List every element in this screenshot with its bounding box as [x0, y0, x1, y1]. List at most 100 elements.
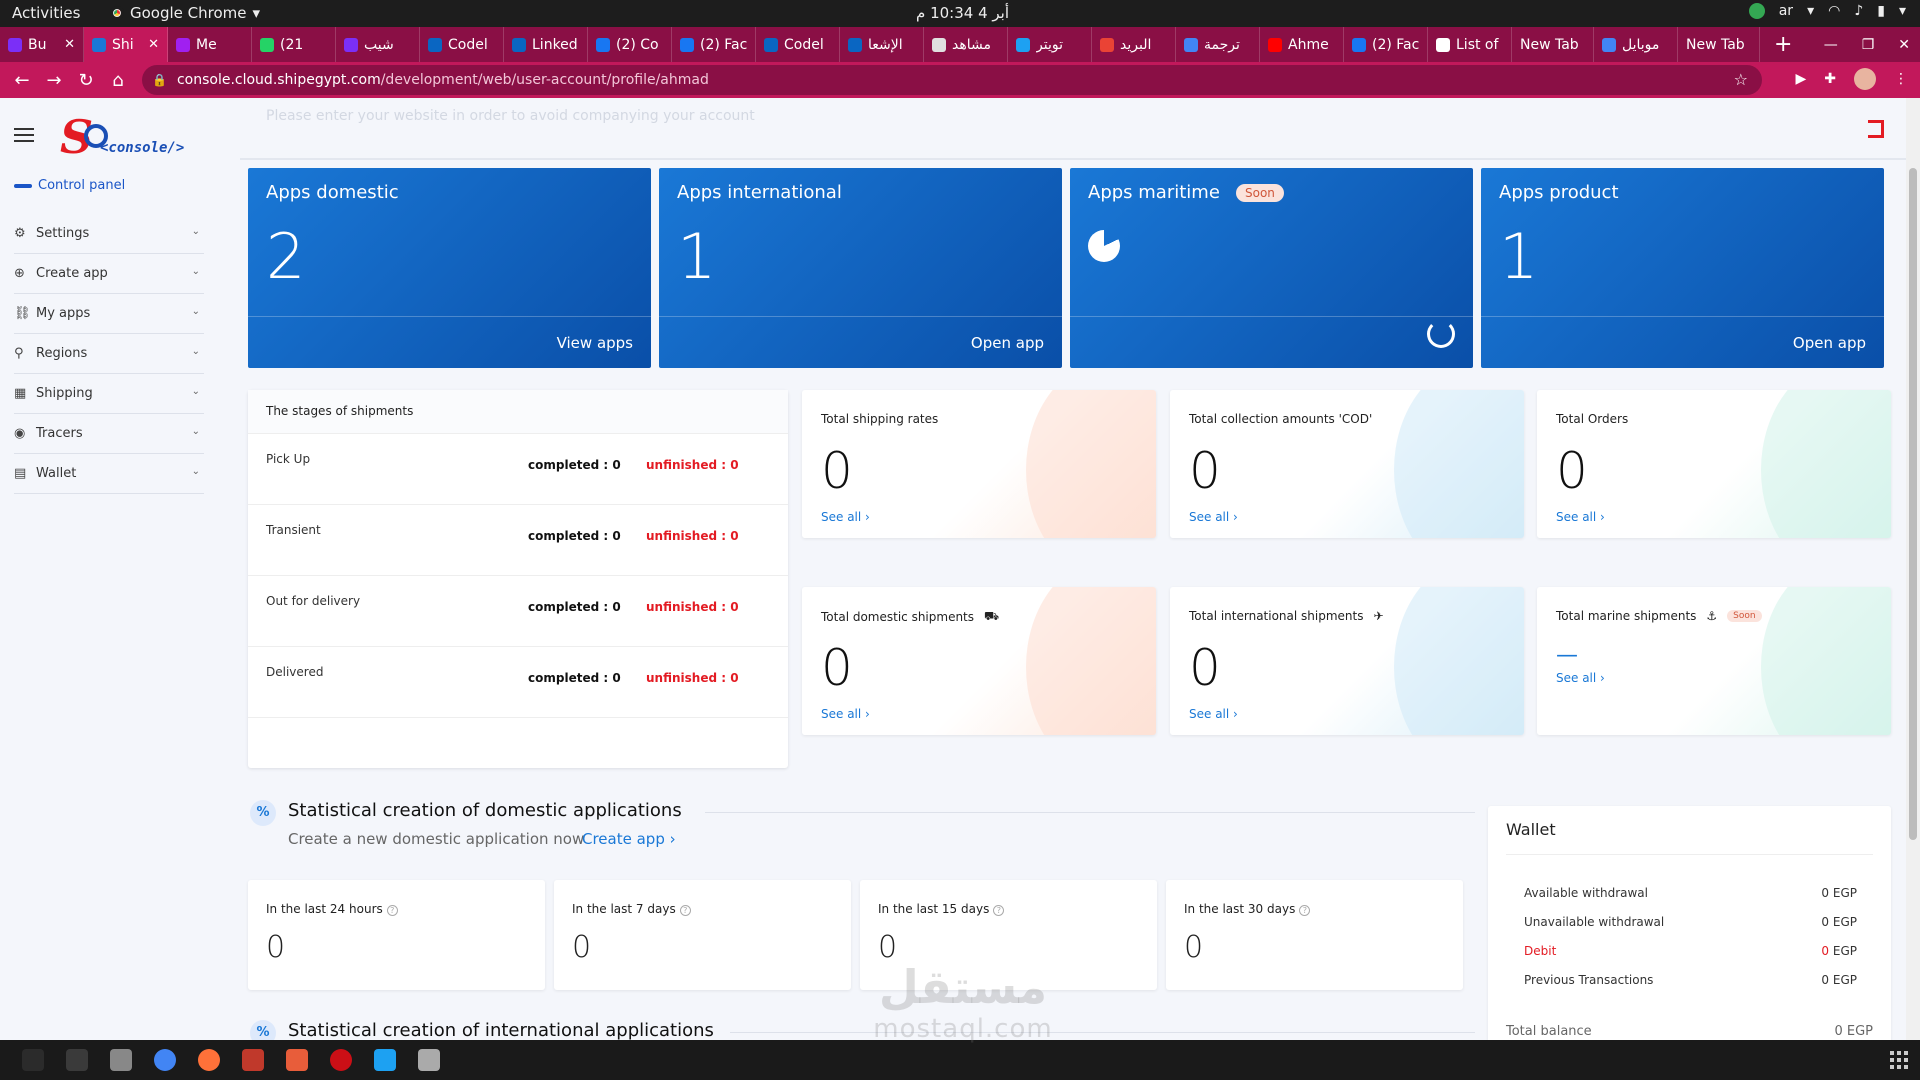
- browser-tab[interactable]: Codel: [756, 27, 840, 62]
- dock-app-icon[interactable]: [374, 1049, 396, 1071]
- browser-tab[interactable]: List of: [1428, 27, 1512, 62]
- apps-maritime-card: Apps maritime Soon: [1070, 168, 1473, 368]
- system-tray[interactable]: ar ▾ ◠ ♪ ▮ ▾: [1748, 3, 1906, 19]
- console-logo[interactable]: S <console/>: [60, 110, 200, 166]
- browser-tab[interactable]: Bu ✕: [0, 27, 84, 62]
- open-app-link[interactable]: Open app: [971, 334, 1044, 352]
- see-all-link[interactable]: See all ›: [1556, 671, 1605, 685]
- window-controls: — ❐ ✕: [1824, 27, 1910, 62]
- forward-button[interactable]: →: [38, 70, 70, 91]
- tab-favicon-icon: [1436, 37, 1450, 52]
- sidebar-item-create-app[interactable]: ⊕ Create app ⌄: [14, 254, 204, 294]
- help-icon[interactable]: ?: [993, 905, 1005, 916]
- new-tab-button[interactable]: +: [1760, 32, 1806, 57]
- clock[interactable]: أبر 4 10:34 م: [916, 4, 1009, 22]
- maximize-button[interactable]: ❐: [1862, 37, 1875, 53]
- dock-app-icon[interactable]: [242, 1049, 264, 1071]
- home-button[interactable]: ⌂: [102, 70, 134, 91]
- extension-icon[interactable]: ▶: [1795, 71, 1806, 87]
- language-indicator[interactable]: ar: [1779, 3, 1793, 19]
- address-bar[interactable]: 🔒 console.cloud.shipegypt.com/developmen…: [142, 65, 1762, 95]
- page-scrollbar[interactable]: [1906, 98, 1920, 1040]
- hamburger-menu-icon[interactable]: [14, 128, 34, 146]
- bookmark-star-icon[interactable]: ☆: [1734, 70, 1748, 89]
- dock-app-icon[interactable]: [418, 1049, 440, 1071]
- browser-tab[interactable]: (2) Co: [588, 27, 672, 62]
- tab-close-icon[interactable]: ✕: [64, 37, 75, 52]
- sidebar-item-shipping[interactable]: ▦ Shipping ⌄: [14, 374, 204, 414]
- chevron-down-icon[interactable]: ⌄: [192, 226, 200, 237]
- tab-close-icon[interactable]: ✕: [148, 37, 159, 52]
- period-card-24h: In the last 24 hours? 0: [248, 880, 545, 990]
- help-icon[interactable]: ?: [386, 905, 398, 916]
- browser-tab[interactable]: شيب: [336, 27, 420, 62]
- app-grid-icon[interactable]: [1890, 1051, 1908, 1069]
- app-menu[interactable]: Google Chrome ▾: [110, 4, 260, 22]
- browser-tab[interactable]: Shi ✕: [84, 27, 168, 62]
- chevron-down-icon[interactable]: ⌄: [192, 466, 200, 477]
- control-panel-link[interactable]: Control panel: [14, 178, 125, 193]
- browser-tab[interactable]: تويتر: [1008, 27, 1092, 62]
- browser-tab[interactable]: New Tab: [1678, 27, 1760, 62]
- sidebar-item-my-apps[interactable]: ⛓ My apps ⌄: [14, 294, 204, 334]
- back-button[interactable]: ←: [6, 70, 38, 91]
- stages-title: The stages of shipments: [248, 390, 788, 434]
- lock-icon[interactable]: 🔒: [152, 73, 167, 87]
- tabs: Bu ✕ Shi ✕ Me (21 شيب Codel Linked (2) Co (2) Fac C…: [0, 27, 1760, 62]
- browser-tab[interactable]: Me: [168, 27, 252, 62]
- help-icon[interactable]: ?: [1299, 905, 1311, 916]
- chevron-down-icon[interactable]: ⌄: [192, 266, 200, 277]
- help-icon[interactable]: ?: [679, 905, 691, 916]
- see-all-link[interactable]: See all ›: [1556, 510, 1605, 524]
- browser-tab[interactable]: مشاهد: [924, 27, 1008, 62]
- logout-icon[interactable]: [1868, 120, 1884, 138]
- decoration: [1394, 587, 1524, 735]
- dashboard-icon: [14, 183, 32, 188]
- open-app-link[interactable]: Open app: [1793, 334, 1866, 352]
- caret-down-icon: ▾: [252, 4, 261, 22]
- chevron-down-icon[interactable]: ⌄: [192, 346, 200, 357]
- browser-tab[interactable]: Codel: [420, 27, 504, 62]
- chevron-down-icon[interactable]: ⌄: [192, 386, 200, 397]
- see-all-link[interactable]: See all ›: [821, 510, 870, 524]
- reload-button[interactable]: ↻: [70, 70, 102, 91]
- dock-app-icon[interactable]: [22, 1049, 44, 1071]
- total-shipping-rates-card: Total shipping rates 0 See all ›: [802, 390, 1156, 538]
- sidebar-item-regions[interactable]: ⚲ Regions ⌄: [14, 334, 204, 374]
- dock-app-icon[interactable]: [330, 1049, 352, 1071]
- chevron-down-icon[interactable]: ⌄: [192, 306, 200, 317]
- dock-app-icon[interactable]: [286, 1049, 308, 1071]
- see-all-link[interactable]: See all ›: [1189, 707, 1238, 721]
- scrollbar-thumb[interactable]: [1909, 168, 1917, 840]
- dock-app-icon[interactable]: [198, 1049, 220, 1071]
- activities-button[interactable]: Activities: [12, 4, 80, 22]
- browser-tab[interactable]: ترجمة: [1176, 27, 1260, 62]
- browser-tab[interactable]: (2) Fac: [1344, 27, 1428, 62]
- sidebar-item-wallet[interactable]: ▤ Wallet ⌄: [14, 454, 204, 494]
- see-all-link[interactable]: See all ›: [1189, 510, 1238, 524]
- browser-tab[interactable]: موبايل: [1594, 27, 1678, 62]
- browser-tab[interactable]: البريد: [1092, 27, 1176, 62]
- chevron-down-icon[interactable]: ⌄: [192, 426, 200, 437]
- view-apps-link[interactable]: View apps: [557, 334, 633, 352]
- kebab-menu-icon[interactable]: ⋮: [1894, 71, 1908, 87]
- see-all-link[interactable]: See all ›: [821, 707, 870, 721]
- sidebar-item-label: My apps: [36, 306, 91, 321]
- sidebar-item-settings[interactable]: ⚙ Settings ⌄: [14, 214, 204, 254]
- browser-tab[interactable]: Ahme: [1260, 27, 1344, 62]
- dock-app-icon[interactable]: [66, 1049, 88, 1071]
- dock-app-icon[interactable]: [110, 1049, 132, 1071]
- browser-tab[interactable]: (2) Fac: [672, 27, 756, 62]
- tab-label: البريد: [1120, 36, 1152, 53]
- minimize-button[interactable]: —: [1824, 37, 1838, 53]
- dock-app-icon[interactable]: [154, 1049, 176, 1071]
- puzzle-icon[interactable]: ✚: [1824, 71, 1836, 87]
- browser-tab[interactable]: (21: [252, 27, 336, 62]
- browser-tab[interactable]: Linked: [504, 27, 588, 62]
- create-app-link[interactable]: Create app ›: [582, 830, 676, 848]
- sidebar-item-tracers[interactable]: ◉ Tracers ⌄: [14, 414, 204, 454]
- browser-tab[interactable]: New Tab: [1512, 27, 1594, 62]
- browser-tab[interactable]: الإشعا: [840, 27, 924, 62]
- close-window-button[interactable]: ✕: [1898, 37, 1910, 53]
- profile-avatar[interactable]: [1854, 68, 1876, 90]
